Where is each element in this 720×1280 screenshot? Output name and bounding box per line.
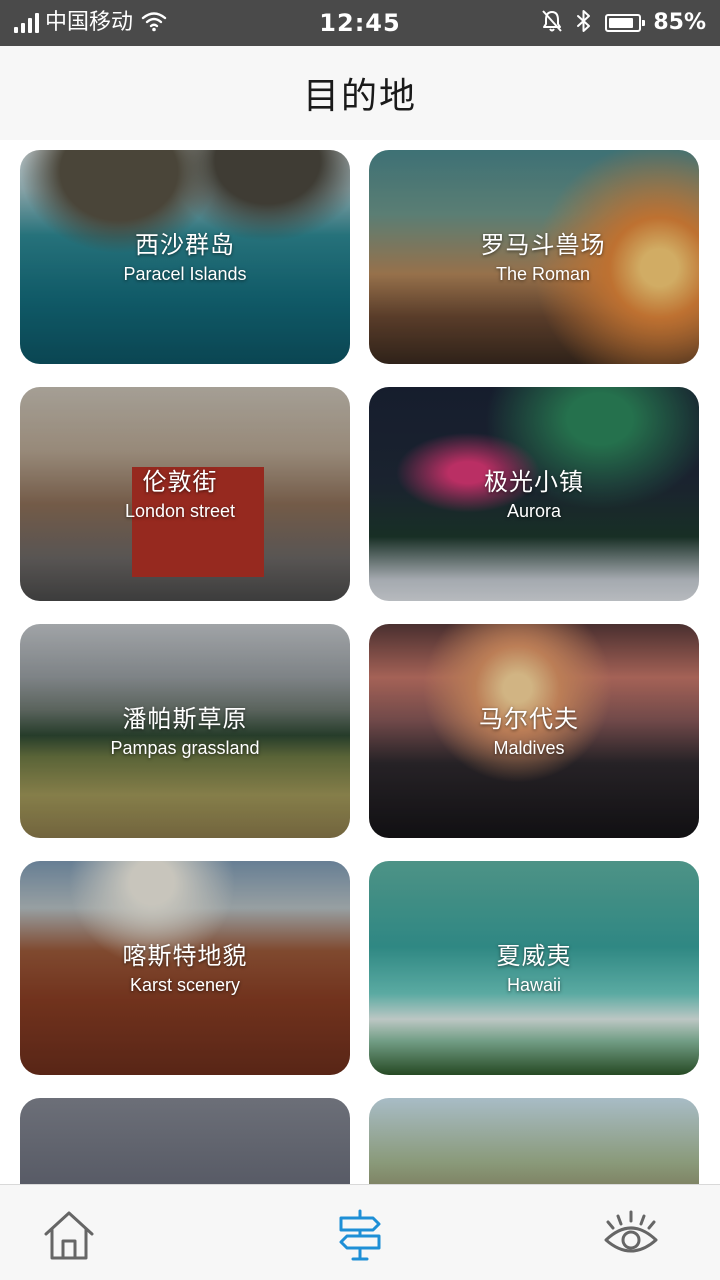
destination-name-cn: 伦敦街 <box>142 468 218 496</box>
destination-name-cn: 马尔代夫 <box>479 705 579 733</box>
destination-card[interactable]: 喀斯特地貌 Karst scenery <box>20 861 350 1075</box>
home-icon <box>42 1208 96 1266</box>
destination-name-cn: 潘帕斯草原 <box>122 705 248 733</box>
battery-fill <box>609 18 634 28</box>
status-right: 85% <box>541 9 706 37</box>
destination-name-en: Maldives <box>493 738 565 758</box>
destination-name-en: London street <box>124 501 236 521</box>
destination-card[interactable]: 夏威夷 Hawaii <box>369 861 699 1075</box>
destination-name-cn: 极光小镇 <box>484 468 584 496</box>
destination-name-cn: 西沙群岛 <box>134 231 235 259</box>
destination-card[interactable]: 潘帕斯草原 Pampas grassland <box>20 624 350 838</box>
destination-name-en: Aurora <box>506 501 562 521</box>
tab-destinations[interactable] <box>330 1207 390 1267</box>
destination-name-cn: 喀斯特地貌 <box>122 942 248 970</box>
tab-bar <box>0 1184 720 1280</box>
bluetooth-icon <box>575 9 593 37</box>
destination-name-en: The Roman <box>495 264 591 284</box>
battery-percent: 85% <box>653 10 706 35</box>
destination-name-en: Hawaii <box>506 975 562 995</box>
destination-card[interactable] <box>369 1098 699 1184</box>
destination-name-en: Karst scenery <box>129 975 241 995</box>
destination-card[interactable]: 罗马斗兽场 The Roman <box>369 150 699 364</box>
destination-name-cn: 罗马斗兽场 <box>480 231 606 259</box>
destination-card[interactable]: 西沙群岛 Paracel Islands <box>20 150 350 364</box>
eye-icon <box>601 1208 661 1266</box>
destination-card[interactable]: 伦敦街 London street <box>20 387 350 601</box>
destination-card[interactable] <box>20 1098 350 1184</box>
status-bar: 中国移动 12:45 85% <box>0 0 720 46</box>
silent-bell-icon <box>541 9 563 37</box>
destination-grid[interactable]: 西沙群岛 Paracel Islands 罗马斗兽场 The Roman 伦敦街… <box>0 140 720 1184</box>
destination-name-en: Pampas grassland <box>110 738 260 758</box>
signpost-icon <box>333 1208 387 1266</box>
battery-icon <box>605 14 646 32</box>
destination-name-en: Paracel Islands <box>123 264 247 284</box>
tab-home[interactable] <box>39 1207 99 1267</box>
tab-discover[interactable] <box>601 1207 661 1267</box>
destination-card[interactable]: 马尔代夫 Maldives <box>369 624 699 838</box>
page-title: 目的地 <box>302 76 417 117</box>
destination-name-cn: 夏威夷 <box>496 942 572 970</box>
page-header: 目的地 <box>0 46 720 140</box>
destination-card[interactable]: 极光小镇 Aurora <box>369 387 699 601</box>
